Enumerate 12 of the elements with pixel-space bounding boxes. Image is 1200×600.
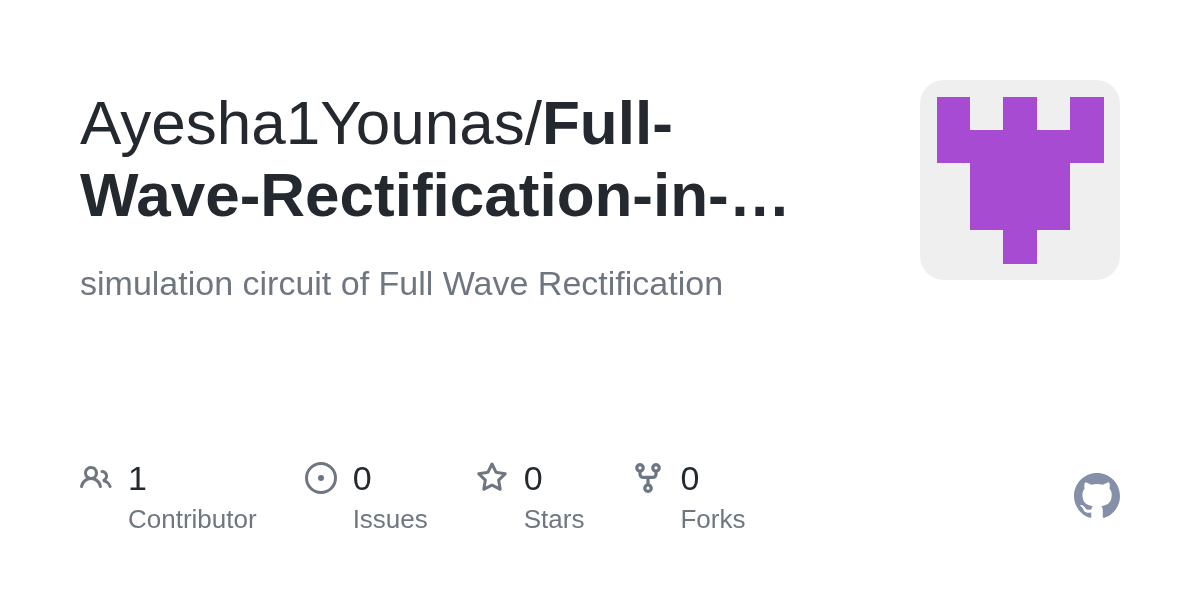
stat-label: Contributor [128, 504, 257, 534]
repo-description: simulation circuit of Full Wave Rectification [80, 263, 725, 303]
stat-label: Stars [523, 504, 585, 534]
github-logo-icon [1074, 473, 1120, 519]
stat-count: 0 [523, 458, 544, 498]
stat-count: 0 [680, 458, 701, 498]
stat-count: 0 [352, 458, 373, 498]
repo-title: Ayesha1Younas/Full-Wave-Rectification-in-… [80, 87, 792, 231]
stat-count: 1 [128, 458, 148, 498]
stat-label: Issues [352, 504, 428, 534]
stat-label: Forks [680, 504, 746, 534]
star-icon [475, 462, 508, 494]
